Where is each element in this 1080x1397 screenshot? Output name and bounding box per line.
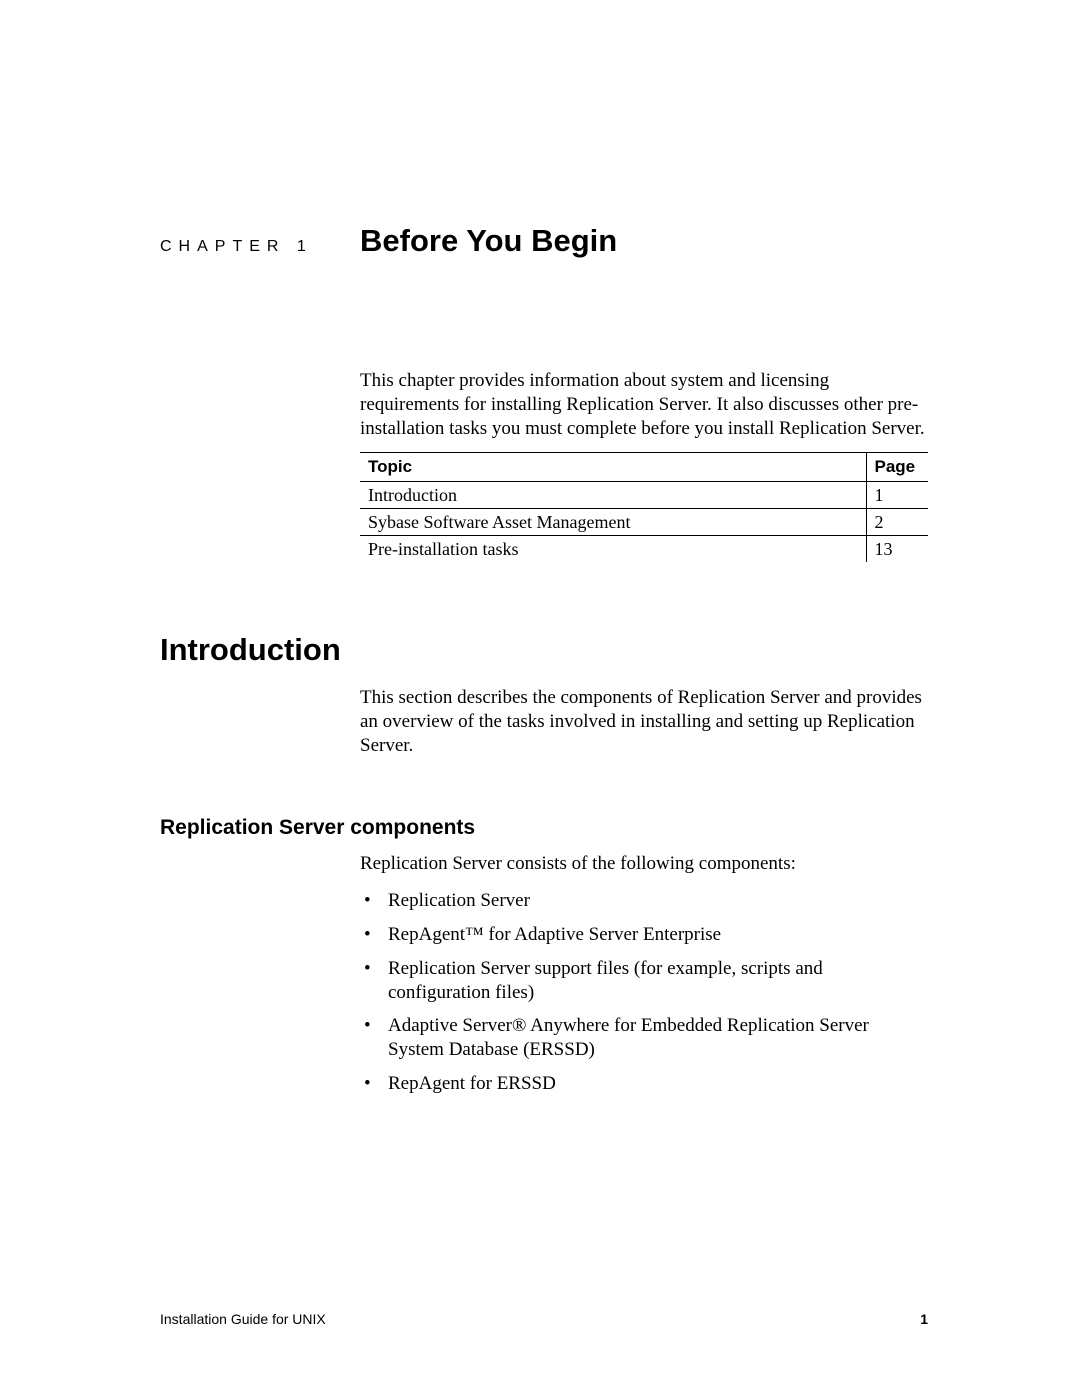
toc-header-row: Topic Page [360, 453, 928, 482]
chapter-heading-row: CHAPTER 1 Before You Begin [160, 223, 928, 259]
toc-header-topic: Topic [360, 453, 866, 482]
footer-left: Installation Guide for UNIX [160, 1311, 326, 1327]
list-item: Adaptive Server® Anywhere for Embedded R… [360, 1014, 928, 1062]
toc-topic: Introduction [360, 482, 866, 509]
list-item: RepAgent™ for Adaptive Server Enterprise [360, 923, 928, 947]
intro-block: This chapter provides information about … [360, 369, 928, 562]
toc-header-page: Page [866, 453, 928, 482]
list-item: Replication Server support files (for ex… [360, 957, 928, 1005]
toc-row: Sybase Software Asset Management 2 [360, 509, 928, 536]
section1-body: This section describes the components of… [360, 686, 928, 757]
toc-row: Introduction 1 [360, 482, 928, 509]
subsection-heading-components: Replication Server components [160, 816, 928, 840]
toc-table: Topic Page Introduction 1 Sybase Softwar… [360, 452, 928, 562]
chapter-label: CHAPTER 1 [160, 238, 360, 256]
footer-page-number: 1 [920, 1311, 928, 1327]
toc-page: 1 [866, 482, 928, 509]
toc-topic: Sybase Software Asset Management [360, 509, 866, 536]
intro-paragraph: This chapter provides information about … [360, 369, 928, 440]
page-content: CHAPTER 1 Before You Begin This chapter … [160, 223, 928, 1106]
list-item: RepAgent for ERSSD [360, 1072, 928, 1096]
toc-page: 2 [866, 509, 928, 536]
chapter-title: Before You Begin [360, 223, 617, 259]
toc-row: Pre-installation tasks 13 [360, 536, 928, 563]
section2-lead: Replication Server consists of the follo… [360, 852, 928, 876]
components-list: Replication Server RepAgent™ for Adaptiv… [360, 889, 928, 1095]
section-heading-introduction: Introduction [160, 632, 928, 668]
toc-topic: Pre-installation tasks [360, 536, 866, 563]
list-item: Replication Server [360, 889, 928, 913]
toc-page: 13 [866, 536, 928, 563]
section2-body: Replication Server consists of the follo… [360, 852, 928, 1096]
section1-paragraph: This section describes the components of… [360, 686, 928, 757]
page-footer: Installation Guide for UNIX 1 [160, 1311, 928, 1327]
